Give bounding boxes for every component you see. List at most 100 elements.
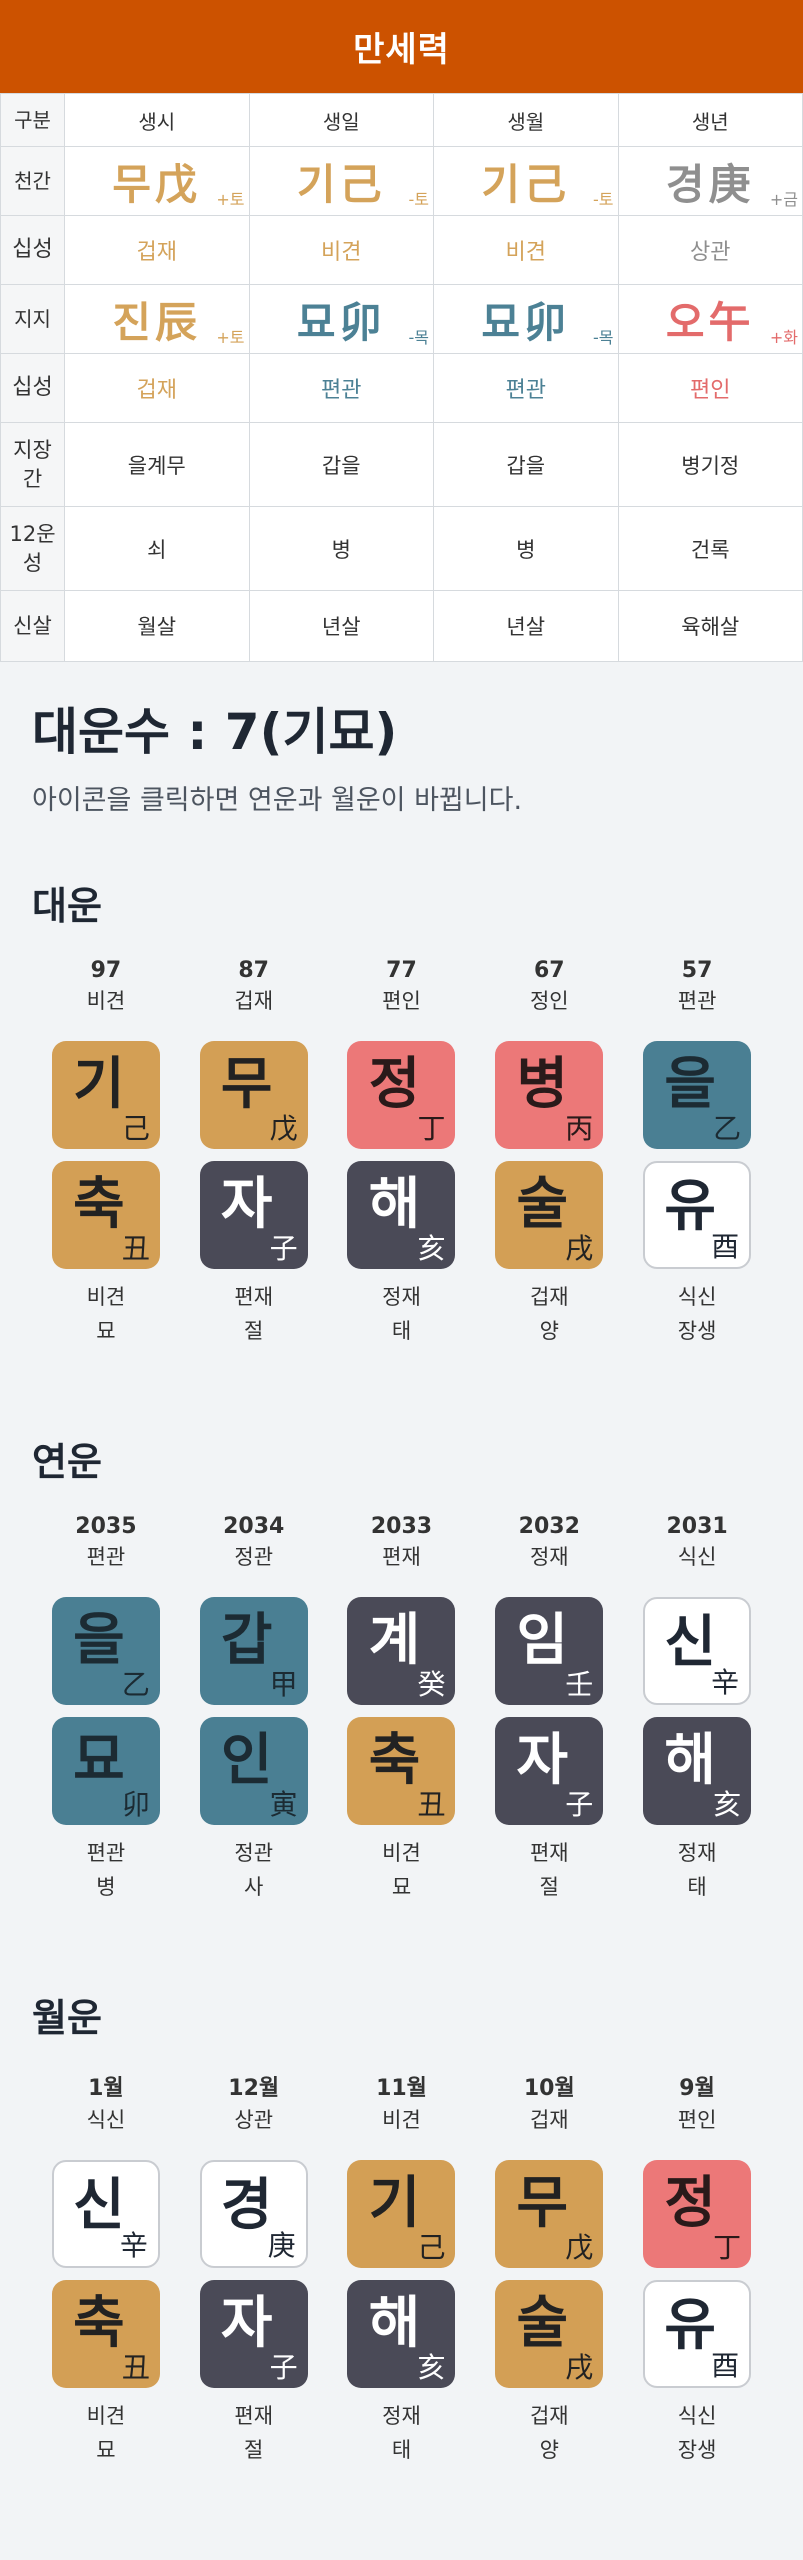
column-bottom-unseong: 절 xyxy=(244,2438,264,2462)
tile-hangul: 인 xyxy=(220,1728,273,1793)
column-top-label: 11월 xyxy=(376,2076,427,2101)
wolun-column: 9월 편인 정 丁 유 酉 식신 장생 xyxy=(623,2070,771,2464)
row-label: 12운성 xyxy=(0,506,65,591)
tile-hangul: 을 xyxy=(73,1608,125,1673)
tile-hangul: 해 xyxy=(664,1728,716,1793)
column-bottom-unseong: 태 xyxy=(391,2438,412,2462)
cheongan-tile-button[interactable]: 을乙 xyxy=(51,1597,160,1705)
app-header: 만세력 xyxy=(0,0,803,93)
column-bottom-sipseong: 겁재 xyxy=(529,1285,569,1309)
tile-hangul: 자 xyxy=(516,1728,569,1793)
tile-hangul: 축 xyxy=(368,1728,421,1793)
column-bottom-sipseong: 정재 xyxy=(382,2404,421,2428)
tile-hanja: 乙 xyxy=(713,1112,742,1145)
row-label: 지지 xyxy=(0,284,65,354)
tile-hangul: 술 xyxy=(516,1172,569,1237)
column-bottom-sipseong: 정재 xyxy=(382,1285,421,1309)
cheongan-tile-button[interactable]: 기己 xyxy=(51,1041,160,1149)
column-bottom-sipseong: 편재 xyxy=(529,1841,569,1865)
cheongan-tile-button[interactable]: 정丁 xyxy=(347,1041,456,1149)
cheongan-tile-button[interactable]: 을乙 xyxy=(643,1041,752,1149)
column-sipseong: 편재 xyxy=(382,1545,421,1569)
tile-hangul: 자 xyxy=(220,1172,273,1237)
jiji-tile-button[interactable]: 유酉 xyxy=(643,1161,752,1269)
cell-text: 묘卯 xyxy=(481,297,571,347)
tile-hanja: 亥 xyxy=(713,1788,742,1821)
daeun-column: 87 겁재 무 戊 자 子 편재 절 xyxy=(180,958,328,1345)
ohaeng-label: -토 xyxy=(408,190,430,209)
cheongan-tile-button[interactable]: 무戊 xyxy=(495,2160,604,2268)
column-sipseong: 식신 xyxy=(677,1545,717,1569)
column-sipseong: 편인 xyxy=(382,989,421,1013)
column-sipseong: 편관 xyxy=(86,1545,126,1569)
jiji-tile-button[interactable]: 해亥 xyxy=(643,1717,752,1825)
sipseong-cell: 비견 xyxy=(433,215,619,285)
cheongan-tile-button[interactable]: 갑甲 xyxy=(199,1597,308,1705)
cheongan-tile-button[interactable]: 계癸 xyxy=(347,1597,456,1705)
tile-hangul: 기 xyxy=(73,1052,125,1117)
column-top-label: 2033 xyxy=(370,1514,433,1539)
jiji-tile-button[interactable]: 술戌 xyxy=(495,1161,604,1269)
tile-hanja: 己 xyxy=(121,1112,150,1145)
column-bottom-unseong: 절 xyxy=(244,1319,264,1343)
column-top-label: 12월 xyxy=(228,2076,280,2101)
cheongan-tile-button[interactable]: 신辛 xyxy=(643,1597,752,1705)
ohaeng-label: +토 xyxy=(216,328,245,347)
cell-text: 진辰 xyxy=(112,297,202,347)
cheongan-tile-button[interactable]: 무戊 xyxy=(199,1041,308,1149)
jiji-tile-button[interactable]: 자子 xyxy=(199,2280,308,2388)
column-sipseong: 비견 xyxy=(86,989,126,1013)
sinsal-row: 신살 월살 년살 년살 육해살 xyxy=(0,590,803,662)
tile-hangul: 갑 xyxy=(220,1608,273,1673)
cheongan-tile-button[interactable]: 신辛 xyxy=(51,2160,160,2268)
column-sipseong: 상관 xyxy=(234,2108,274,2132)
ohaeng-label: -토 xyxy=(593,190,614,209)
column-top-label: 77 xyxy=(386,958,417,983)
cheongan-cell: 경庚 +금 xyxy=(617,146,803,216)
column-bottom-sipseong: 식신 xyxy=(677,1285,717,1309)
row-label: 십성 xyxy=(0,353,65,423)
tile-hanja: 壬 xyxy=(565,1668,594,1701)
jiji-tile-button[interactable]: 자子 xyxy=(495,1717,604,1825)
tile-hanja: 丑 xyxy=(121,1232,150,1265)
cheongan-tile-button[interactable]: 정丁 xyxy=(643,2160,752,2268)
jiji-tile-button[interactable]: 축丑 xyxy=(51,2280,160,2388)
col-header: 생시 xyxy=(64,93,250,147)
tile-hanja: 丑 xyxy=(417,1788,446,1821)
jiji-tile-button[interactable]: 해亥 xyxy=(347,1161,456,1269)
sipseong-cell: 겁재 xyxy=(64,215,250,285)
jiji-cell: 진辰 +토 xyxy=(64,284,250,354)
tile-hangul: 술 xyxy=(516,2291,569,2356)
tile-hangul: 해 xyxy=(368,2291,421,2356)
tile-hanja: 辛 xyxy=(119,2229,148,2262)
sipseong-row: 십성 겁재 비견 비견 상관 xyxy=(0,215,803,285)
daeun-column: 77 편인 정 丁 해 亥 정재 태 xyxy=(328,958,476,1345)
cheongan-tile-button[interactable]: 병丙 xyxy=(495,1041,604,1149)
column-bottom-sipseong: 정관 xyxy=(234,1841,274,1865)
table-header-row: 구분 생시 생일 생월 생년 xyxy=(0,93,803,147)
tile-hanja: 丁 xyxy=(417,1112,446,1145)
cheongan-tile-button[interactable]: 기己 xyxy=(347,2160,456,2268)
jiji-tile-button[interactable]: 술戌 xyxy=(495,2280,604,2388)
jijanggan-row: 지장간 을계무 갑을 갑을 병기정 xyxy=(0,422,803,507)
tile-hanja: 戌 xyxy=(565,2351,594,2384)
jiji-tile-button[interactable]: 축丑 xyxy=(347,1717,456,1825)
jiji-tile-button[interactable]: 인寅 xyxy=(199,1717,308,1825)
jiji-tile-button[interactable]: 축丑 xyxy=(51,1161,160,1269)
jijanggan-cell: 갑을 xyxy=(433,422,619,507)
sinsal-cell: 년살 xyxy=(433,590,619,662)
cheongan-tile-button[interactable]: 경庚 xyxy=(199,2160,308,2268)
tile-hanja: 寅 xyxy=(269,1788,298,1821)
jijanggan-cell: 병기정 xyxy=(617,422,803,507)
jiji-cell: 오午 +화 xyxy=(617,284,803,354)
column-bottom-sipseong: 정재 xyxy=(677,1841,717,1865)
jiji-tile-button[interactable]: 해亥 xyxy=(347,2280,456,2388)
jiji-tile-button[interactable]: 유酉 xyxy=(643,2280,752,2388)
column-bottom-unseong: 병 xyxy=(96,1875,116,1899)
column-bottom-sipseong: 비견 xyxy=(382,1841,421,1865)
section-title: 대운 xyxy=(32,884,102,928)
jiji-tile-button[interactable]: 자子 xyxy=(199,1161,308,1269)
column-sipseong: 겁재 xyxy=(529,2108,569,2132)
jiji-tile-button[interactable]: 묘卯 xyxy=(51,1717,160,1825)
cheongan-tile-button[interactable]: 임壬 xyxy=(495,1597,604,1705)
